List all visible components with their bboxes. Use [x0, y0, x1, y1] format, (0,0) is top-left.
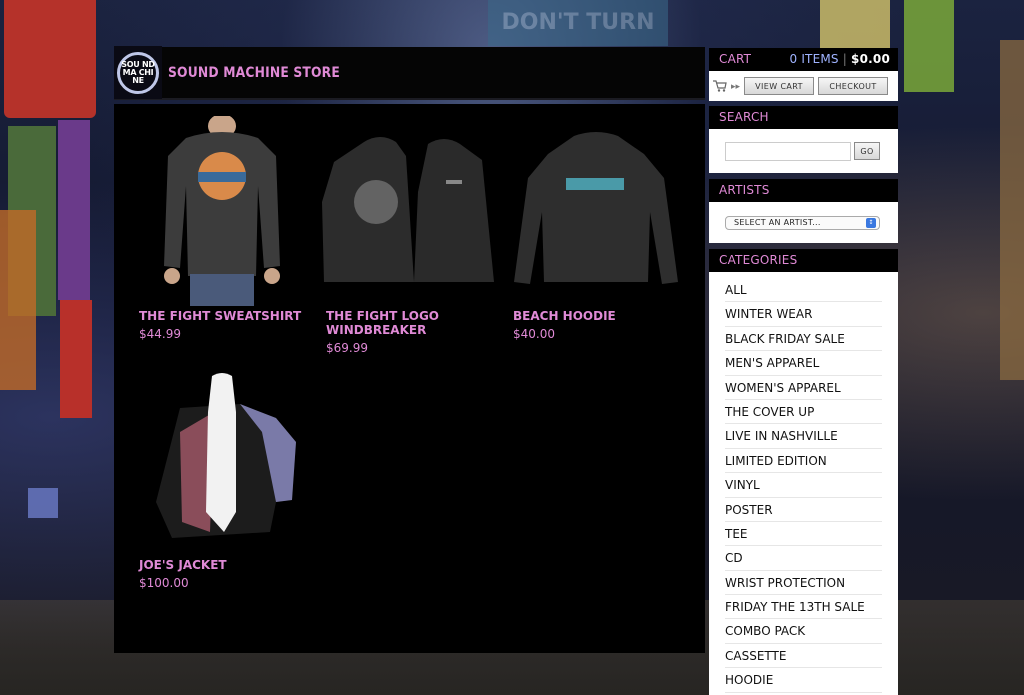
- category-item[interactable]: POSTER: [725, 498, 882, 522]
- search-input[interactable]: [725, 141, 851, 161]
- artist-select-value: SELECT AN ARTIST...: [734, 218, 821, 227]
- background-sign-right: [1000, 40, 1024, 380]
- cart-total: $0.00: [851, 52, 890, 66]
- artists-panel: ARTISTS SELECT AN ARTIST... ↕: [709, 179, 898, 243]
- background-sign-green2: [904, 0, 954, 92]
- category-item[interactable]: BLACK FRIDAY SALE: [725, 327, 882, 352]
- product-price: $69.99: [326, 341, 368, 355]
- category-item[interactable]: WOMEN'S APPAREL: [725, 376, 882, 400]
- cart-panel: CART 0 ITEMS | $0.00 ▸▸ VIEW CART CHECKO…: [709, 48, 898, 101]
- search-form: GO: [709, 129, 898, 173]
- category-item[interactable]: VINYL: [725, 473, 882, 498]
- background-sign-top: DON'T TURN: [488, 0, 668, 46]
- category-item[interactable]: HOODIE: [725, 668, 882, 693]
- category-item[interactable]: CASSETTE: [725, 644, 882, 669]
- category-item[interactable]: LIMITED EDITION: [725, 449, 882, 474]
- select-arrows-icon: ↕: [866, 217, 876, 228]
- product-price: $44.99: [139, 327, 181, 341]
- category-item[interactable]: WINTER WEAR: [725, 302, 882, 327]
- cart-divider: |: [842, 52, 852, 66]
- background-sign-box: [28, 488, 58, 518]
- arrows-icon: ▸▸: [731, 80, 741, 91]
- category-item[interactable]: WRIST PROTECTION: [725, 571, 882, 596]
- store-title[interactable]: SOUND MACHINE STORE: [168, 65, 340, 81]
- view-cart-button[interactable]: VIEW CART: [744, 77, 815, 95]
- sweatshirt-image[interactable]: [156, 116, 288, 306]
- logo-text: SOU ND MA CHI NE: [121, 59, 155, 85]
- product-name[interactable]: THE FIGHT LOGO WINDBREAKER: [326, 309, 456, 337]
- background-sign-orange: [0, 210, 36, 390]
- category-item[interactable]: TEE: [725, 522, 882, 547]
- cart-header: CART 0 ITEMS | $0.00: [709, 48, 898, 71]
- category-item[interactable]: CD: [725, 546, 882, 571]
- background-sign-purple: [58, 120, 90, 300]
- product-grid: THE FIGHT SWEATSHIRT $44.99 THE FIGHT LO…: [114, 104, 705, 653]
- hoodie-image[interactable]: [512, 132, 680, 288]
- cart-item-count: 0 ITEMS: [789, 52, 839, 66]
- jacket-image[interactable]: [152, 372, 302, 544]
- product-name[interactable]: JOE'S JACKET: [139, 558, 289, 572]
- categories-panel: CATEGORIES ALL WINTER WEAR BLACK FRIDAY …: [709, 249, 898, 695]
- artist-select[interactable]: SELECT AN ARTIST... ↕: [725, 215, 880, 230]
- search-go-button[interactable]: GO: [854, 142, 880, 160]
- search-panel: SEARCH GO: [709, 106, 898, 173]
- background-sign-red: [4, 0, 96, 118]
- category-item[interactable]: MEN'S APPAREL: [725, 351, 882, 376]
- cart-summary: 0 ITEMS | $0.00: [789, 48, 890, 71]
- category-item[interactable]: THE COVER UP: [725, 400, 882, 425]
- cart-title: CART: [719, 52, 752, 66]
- categories-header: CATEGORIES: [709, 249, 898, 272]
- category-list: ALL WINTER WEAR BLACK FRIDAY SALE MEN'S …: [709, 272, 898, 693]
- artists-header: ARTISTS: [709, 179, 898, 202]
- cart-actions: ▸▸ VIEW CART CHECKOUT: [709, 71, 898, 101]
- background-sign-red2: [60, 300, 92, 418]
- shopping-cart-icon: [713, 80, 727, 92]
- product-price: $40.00: [513, 327, 555, 341]
- category-item[interactable]: FRIDAY THE 13TH SALE: [725, 595, 882, 620]
- category-item[interactable]: LIVE IN NASHVILLE: [725, 424, 882, 449]
- windbreaker-image[interactable]: [320, 132, 498, 288]
- product-name[interactable]: BEACH HOODIE: [513, 309, 663, 323]
- store-header: SOU ND MA CHI NE SOUND MACHINE STORE: [114, 46, 705, 100]
- category-item[interactable]: COMBO PACK: [725, 619, 882, 644]
- store-logo[interactable]: SOU ND MA CHI NE: [114, 46, 162, 99]
- product-name[interactable]: THE FIGHT SWEATSHIRT: [139, 309, 309, 323]
- checkout-button[interactable]: CHECKOUT: [818, 77, 889, 95]
- search-header: SEARCH: [709, 106, 898, 129]
- artist-select-wrap: SELECT AN ARTIST... ↕: [709, 202, 898, 243]
- logo-ring: SOU ND MA CHI NE: [117, 51, 159, 94]
- product-price: $100.00: [139, 576, 189, 590]
- category-item[interactable]: ALL: [725, 278, 882, 303]
